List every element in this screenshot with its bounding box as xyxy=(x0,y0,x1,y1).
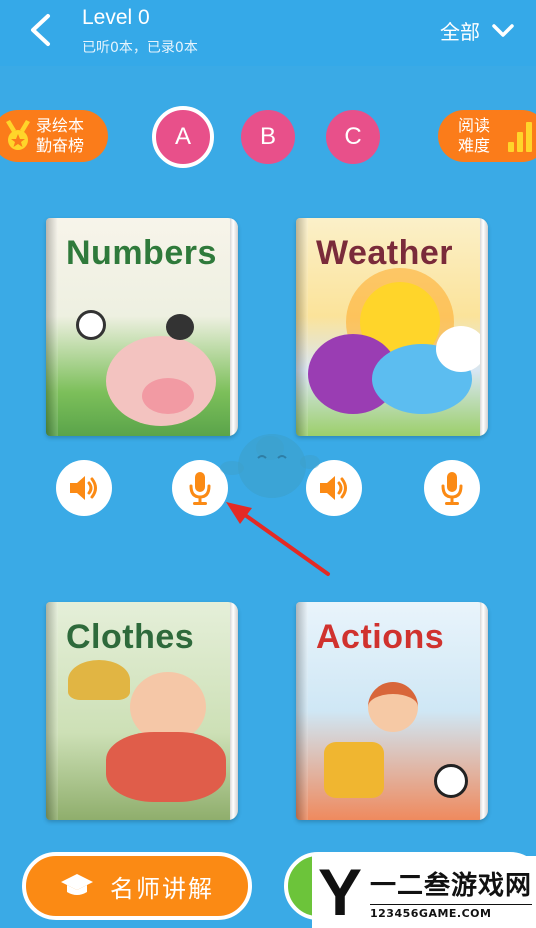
leaderboard-label-2: 勤奋榜 xyxy=(36,136,85,155)
book-cover-actions[interactable]: Actions xyxy=(296,602,488,820)
chevron-left-icon xyxy=(31,14,50,46)
watermark-letter: Y xyxy=(317,855,363,928)
cloud-illustration xyxy=(436,326,486,372)
filter-label: 全部 xyxy=(440,20,480,44)
cat-illustration xyxy=(166,314,194,340)
teacher-explanation-label: 名师讲解 xyxy=(110,874,214,903)
pig-snout xyxy=(142,378,194,414)
medal-icon xyxy=(6,120,30,150)
progress-summary: 已听0本，已录0本 xyxy=(82,40,198,56)
level-tab-c[interactable]: C xyxy=(326,110,380,164)
difficulty-label-2: 难度 xyxy=(458,136,491,155)
book-title: Numbers xyxy=(66,234,217,272)
book-cover-numbers[interactable]: Numbers xyxy=(46,218,238,436)
microphone-icon xyxy=(189,472,211,505)
filter-dropdown[interactable]: 全部 xyxy=(440,16,514,45)
leaderboard-label-1: 录绘本 xyxy=(36,116,85,135)
cat-illustration xyxy=(76,310,106,340)
page-title: Level 0 xyxy=(82,6,150,29)
book-cover-clothes[interactable]: Clothes xyxy=(46,602,238,820)
site-watermark: Y 一二叁游戏网 123456GAME.COM xyxy=(312,856,536,928)
back-button[interactable] xyxy=(22,12,58,48)
graduation-cap-icon xyxy=(61,874,93,895)
top-bar: Level 0 已听0本，已录0本 全部 xyxy=(0,0,536,66)
book-title: Clothes xyxy=(66,618,195,656)
red-arrow-icon xyxy=(226,502,330,576)
play-audio-button-numbers[interactable] xyxy=(56,460,112,516)
teacher-explanation-button[interactable]: 名师讲解 xyxy=(22,852,252,920)
microphone-icon xyxy=(441,472,463,505)
chevron-down-icon xyxy=(492,23,514,37)
difficulty-label-1: 阅读 xyxy=(458,116,491,135)
hat-illustration xyxy=(68,660,130,700)
level-tab-a[interactable]: A xyxy=(152,106,214,168)
leaderboard-button[interactable]: 录绘本 勤奋榜 xyxy=(0,110,108,162)
record-button-weather[interactable] xyxy=(424,460,480,516)
difficulty-bars-icon xyxy=(508,122,534,152)
level-tab-b[interactable]: B xyxy=(241,110,295,164)
trophy-illustration xyxy=(324,742,384,798)
soccer-ball-illustration xyxy=(434,764,468,798)
book-title: Weather xyxy=(316,234,454,272)
reading-difficulty-button[interactable]: 阅读 难度 xyxy=(438,110,536,162)
book-cover-weather[interactable]: Weather xyxy=(296,218,488,436)
speaker-icon xyxy=(70,476,97,500)
watermark-name: 一二叁游戏网 xyxy=(370,870,533,901)
book-title: Actions xyxy=(316,618,445,656)
watermark-url: 123456GAME.COM xyxy=(370,903,533,920)
mascot-illustration xyxy=(220,434,320,498)
boy-illustration xyxy=(106,732,226,802)
boy-illustration xyxy=(368,682,418,732)
